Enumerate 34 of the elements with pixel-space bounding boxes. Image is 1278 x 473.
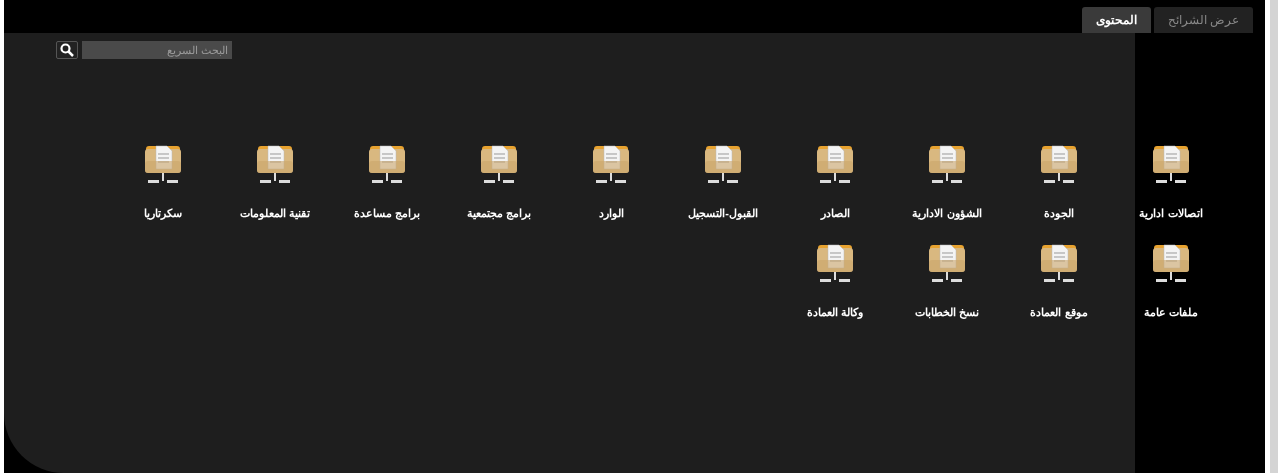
tab[interactable]: المحتوى	[1081, 7, 1151, 33]
folder-item[interactable]: سكرتاريا	[107, 143, 219, 222]
folder-label: اتصالات ادارية	[1139, 206, 1203, 222]
folder-label: برامج مجتمعية	[466, 206, 532, 222]
tab[interactable]: عرض الشرائح	[1153, 7, 1253, 33]
folder-label: الشؤون الادارية	[912, 206, 982, 222]
folder-item[interactable]: الصادر	[779, 143, 891, 222]
folder-item[interactable]: ملفات عامة	[1115, 241, 1227, 320]
folder-item[interactable]: برامج مساعدة	[331, 143, 443, 222]
scrollbar[interactable]	[1270, 0, 1278, 473]
folder-label: برامج مساعدة	[353, 206, 421, 222]
folder-label: نسخ الخطابات	[914, 304, 980, 320]
folder-label: تقنية المعلومات	[239, 206, 311, 222]
search-button[interactable]	[56, 41, 78, 59]
folder-label: سكرتاريا	[144, 206, 182, 222]
folder-item[interactable]: نسخ الخطابات	[891, 241, 1003, 320]
folder-label: القبول-التسجيل	[688, 206, 758, 222]
folder-item[interactable]: الجودة	[1003, 143, 1115, 222]
search-field[interactable]: البحث السريع	[82, 41, 232, 59]
folder-label: الصادر	[820, 206, 850, 222]
folder-item[interactable]: تقنية المعلومات	[219, 143, 331, 222]
search-icon	[60, 43, 74, 57]
folder-item[interactable]: موقع العمادة	[1003, 241, 1115, 320]
folder-item[interactable]: اتصالات ادارية	[1115, 143, 1227, 222]
folder-item[interactable]: الوارد	[555, 143, 667, 222]
folder-label: ملفات عامة	[1143, 304, 1199, 320]
folder-label: الجودة	[1044, 206, 1074, 222]
folder-item[interactable]: القبول-التسجيل	[667, 143, 779, 222]
folder-label: وكالة العمادة	[806, 304, 864, 320]
folder-item[interactable]: الشؤون الادارية	[891, 143, 1003, 222]
folder-item[interactable]: برامج مجتمعية	[443, 143, 555, 222]
folder-label: موقع العمادة	[1030, 304, 1088, 320]
folder-label: الوارد	[598, 206, 624, 222]
folder-item[interactable]: وكالة العمادة	[779, 241, 891, 320]
